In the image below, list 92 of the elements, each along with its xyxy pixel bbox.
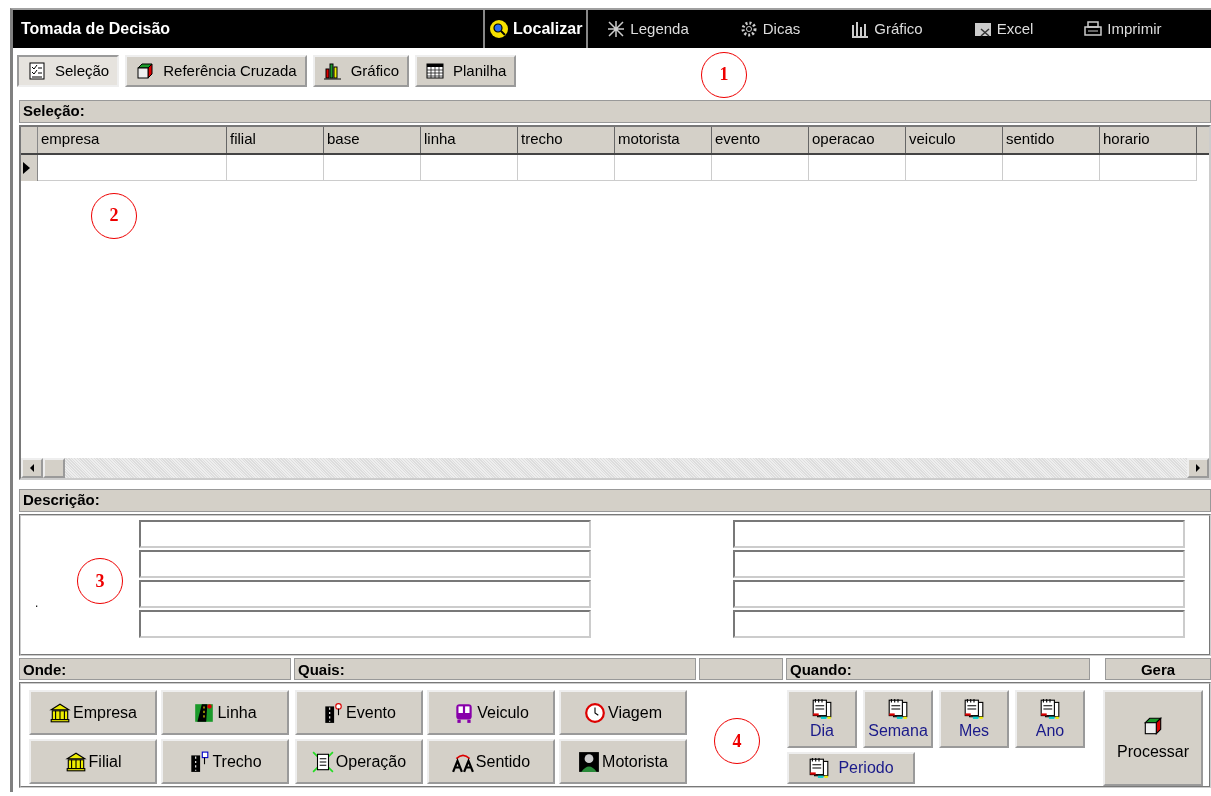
bank-icon	[49, 701, 71, 724]
text-field[interactable]	[733, 580, 1185, 609]
text-field[interactable]	[139, 520, 591, 549]
period-button[interactable]: Dia	[787, 690, 857, 748]
column-header[interactable]: evento	[712, 126, 809, 153]
filter-button[interactable]: Operação	[295, 739, 423, 784]
menu-item[interactable]: Gráfico	[840, 10, 933, 48]
table-cell[interactable]	[1003, 154, 1100, 181]
table-cell[interactable]	[712, 154, 809, 181]
window-title: Tomada de Decisão	[20, 19, 172, 38]
filter-button[interactable]: Filial	[29, 739, 157, 784]
cube-icon	[1142, 715, 1164, 737]
column-header[interactable]: base	[324, 126, 421, 153]
tab[interactable]: Gráfico	[312, 54, 409, 87]
table-cell[interactable]	[906, 154, 1003, 181]
section-header: Seleção:	[19, 99, 1211, 123]
road-icon	[193, 701, 216, 724]
calendar-icon	[808, 757, 831, 779]
tab[interactable]: Planilha	[415, 54, 517, 87]
road-icon	[322, 701, 345, 724]
search-icon	[489, 18, 509, 39]
horizontal-scrollbar[interactable]	[21, 458, 1209, 479]
column-header[interactable]: motorista	[615, 126, 712, 153]
filter-button[interactable]: Veiculo	[427, 690, 555, 735]
printer-icon	[1083, 18, 1104, 39]
scroll-left-button[interactable]	[21, 458, 43, 479]
table-cell[interactable]	[227, 154, 324, 181]
text-field[interactable]	[139, 610, 591, 639]
table-icon	[425, 60, 445, 81]
table-cell[interactable]	[421, 154, 518, 181]
left-arrow-icon	[28, 463, 36, 474]
clock-icon	[584, 701, 606, 724]
table-cell[interactable]	[809, 154, 906, 181]
column-header[interactable]: sentido	[1003, 126, 1100, 153]
column-header[interactable]: veiculo	[906, 126, 1003, 153]
dot-marker: .	[35, 596, 39, 611]
column-header[interactable]: linha	[421, 126, 518, 153]
filter-button[interactable]: Sentido	[427, 739, 555, 784]
menu-item[interactable]: Legenda	[596, 10, 699, 48]
section-header: Gera	[1105, 658, 1211, 680]
calendar-icon	[1039, 698, 1061, 720]
table-cell[interactable]	[1100, 154, 1197, 181]
text-field[interactable]	[139, 550, 591, 579]
period-button[interactable]: Periodo	[787, 752, 915, 784]
checklist-icon	[27, 60, 47, 81]
filter-button[interactable]: Motorista	[559, 739, 687, 784]
filter-button[interactable]: Viagem	[559, 690, 687, 735]
table-cell[interactable]	[38, 154, 227, 181]
right-arrow-icon	[1194, 463, 1202, 474]
section-header: Descrição:	[19, 489, 1211, 513]
menu-item[interactable]: Excel	[962, 10, 1044, 48]
filter-button[interactable]: Evento	[295, 690, 423, 735]
table-cell[interactable]	[615, 154, 712, 181]
calendar-icon	[887, 698, 909, 720]
section-header: Quais:	[294, 658, 696, 680]
current-row-icon	[21, 160, 31, 175]
text-field[interactable]	[733, 610, 1185, 639]
road-icon	[188, 750, 211, 773]
filter-button[interactable]: Linha	[161, 690, 289, 735]
column-header[interactable]: filial	[227, 126, 324, 153]
cube-icon	[135, 60, 156, 81]
period-button[interactable]: Semana	[863, 690, 933, 748]
filter-button[interactable]: Trecho	[161, 739, 289, 784]
tab[interactable]: Seleção	[17, 54, 120, 87]
filter-button[interactable]: Empresa	[29, 690, 157, 735]
search-button[interactable]: Localizar	[483, 10, 589, 48]
column-header[interactable]: empresa	[38, 126, 227, 153]
menu-item[interactable]: Imprimir	[1073, 10, 1172, 48]
person-icon	[578, 750, 601, 773]
column-header[interactable]: trecho	[518, 126, 615, 153]
period-button[interactable]: Mes	[939, 690, 1009, 748]
period-button[interactable]: Ano	[1015, 690, 1085, 748]
process-button[interactable]: Processar	[1103, 690, 1203, 786]
tab[interactable]: Referência Cruzada	[125, 54, 307, 87]
text-field[interactable]	[733, 550, 1185, 579]
section-header: Quando:	[786, 658, 1090, 680]
bar-chart-icon	[322, 60, 343, 81]
column-header[interactable]: operacao	[809, 126, 906, 153]
scroll-right-button[interactable]	[1187, 458, 1209, 479]
document-icon	[311, 750, 334, 773]
calendar-icon	[811, 698, 833, 720]
text-field[interactable]	[139, 580, 591, 609]
table-cell[interactable]	[324, 154, 421, 181]
scroll-thumb[interactable]	[43, 458, 65, 479]
column-header[interactable]: horario	[1100, 126, 1197, 153]
bank-icon	[64, 750, 87, 773]
section-header: Onde:	[19, 658, 291, 680]
text-field[interactable]	[733, 520, 1185, 549]
legend-icon	[606, 18, 627, 39]
calendar-icon	[963, 698, 985, 720]
table-cell[interactable]	[518, 154, 615, 181]
menu-item[interactable]: Dicas	[728, 10, 811, 48]
